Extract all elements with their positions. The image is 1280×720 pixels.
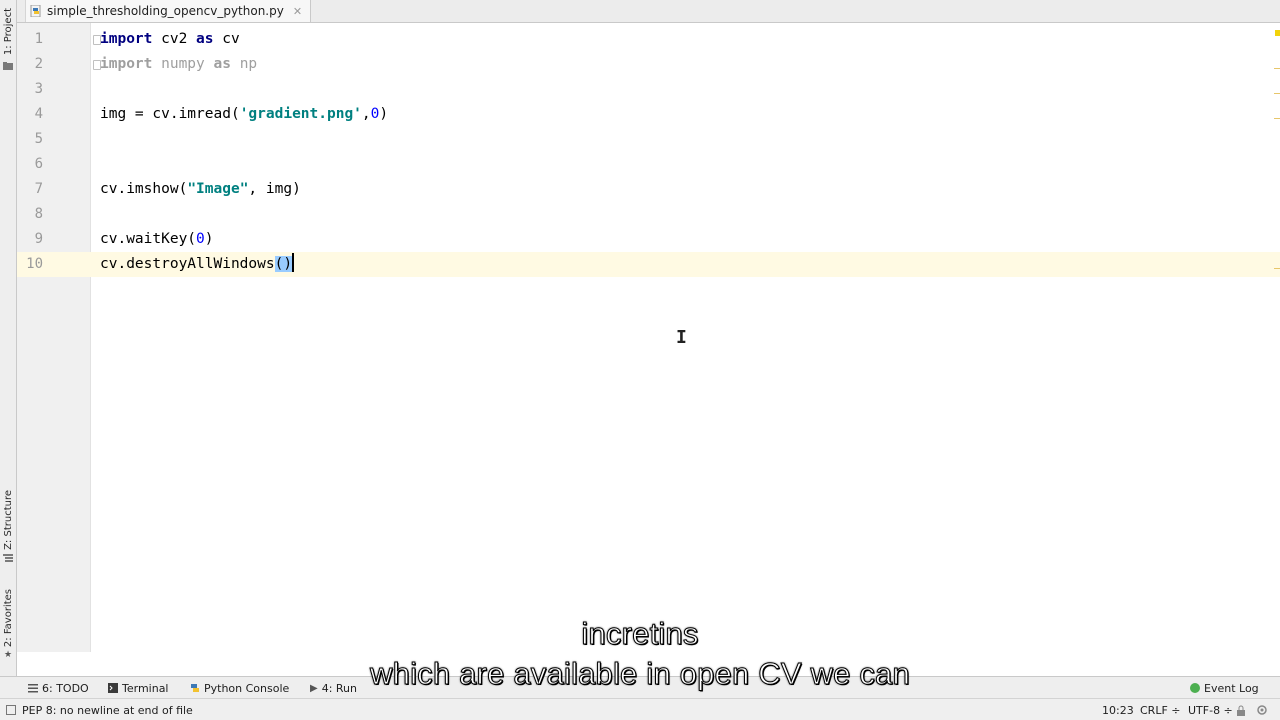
code-line[interactable]: 10 cv.destroyAllWindows(): [17, 252, 1280, 277]
code-token: cv2: [152, 31, 197, 47]
code-token: ): [379, 106, 389, 122]
mouse-ibeam-cursor: I: [676, 327, 687, 348]
code-token: cv: [213, 31, 240, 47]
code-line[interactable]: 4 img = cv.imread('gradient.png',0): [17, 102, 1280, 127]
caret-position-text: 10:23: [1102, 703, 1134, 717]
stripe-tick[interactable]: [1274, 268, 1280, 269]
code-line[interactable]: 5: [17, 127, 1280, 152]
code-text: import cv2 as cv: [100, 27, 240, 52]
tool-windows-icon: [6, 705, 16, 715]
line-number: 9: [34, 231, 43, 247]
code-line[interactable]: 1 import cv2 as cv: [17, 27, 1280, 52]
structure-tool-tab[interactable]: Z: Structure: [0, 490, 16, 550]
lock-icon[interactable]: [1236, 699, 1246, 720]
project-tool-tab[interactable]: 1: Project: [0, 4, 16, 60]
line-number: 10: [26, 256, 43, 272]
code-line[interactable]: 6: [17, 152, 1280, 177]
code-token: ): [204, 231, 214, 247]
code-token: "Image": [187, 181, 249, 197]
editor-tab-filename: simple_thresholding_opencv_python.py: [47, 4, 284, 18]
code-token: as: [196, 31, 214, 47]
code-token: numpy: [152, 56, 214, 72]
inspector-icon[interactable]: [1256, 699, 1268, 720]
error-stripe[interactable]: [1272, 23, 1280, 652]
code-line[interactable]: 7 cv.imshow("Image", img): [17, 177, 1280, 202]
python-file-icon: [30, 4, 42, 18]
code-token: import: [100, 31, 153, 47]
code-line[interactable]: 8: [17, 202, 1280, 227]
code-line[interactable]: 2 import numpy as np: [17, 52, 1280, 77]
text-caret: [292, 253, 295, 272]
line-number: 2: [34, 56, 43, 72]
line-number: 8: [34, 206, 43, 222]
stripe-tick[interactable]: [1274, 68, 1280, 69]
encoding-text: UTF-8 ÷: [1188, 703, 1233, 717]
caption-line-1: incretins: [581, 616, 699, 652]
caret-position[interactable]: 10:23: [1102, 699, 1134, 720]
code-token: , img): [248, 181, 301, 197]
code-token: (): [274, 256, 293, 272]
code-text: cv.imshow("Image", img): [100, 177, 301, 202]
code-token: cv.imshow(: [100, 181, 188, 197]
editor-tab-bar: simple_thresholding_opencv_python.py ✕: [17, 0, 1280, 23]
line-number: 5: [34, 131, 43, 147]
line-number: 1: [34, 31, 43, 47]
code-token: cv.destroyAllWindows: [100, 256, 275, 272]
code-token: import: [100, 56, 153, 72]
close-tab-icon[interactable]: ✕: [293, 5, 302, 18]
line-number: 3: [34, 81, 43, 97]
code-line[interactable]: 3: [17, 77, 1280, 102]
line-number: 4: [34, 106, 43, 122]
stripe-tick[interactable]: [1274, 118, 1280, 119]
ide-window: 1: Project Z: Structure 2: Favorites ★ s…: [0, 0, 1280, 720]
line-number: 7: [34, 181, 43, 197]
structure-tab-label: Z: Structure: [2, 490, 14, 550]
status-message-text: PEP 8: no newline at end of file: [22, 703, 193, 717]
status-bar: PEP 8: no newline at end of file 10:23 C…: [0, 698, 1280, 720]
code-token: 'gradient.png': [239, 106, 362, 122]
code-line[interactable]: 9 cv.waitKey(0): [17, 227, 1280, 252]
code-token: np: [230, 56, 258, 72]
line-separator-selector[interactable]: CRLF ÷: [1140, 699, 1181, 720]
code-text: import numpy as np: [100, 52, 257, 77]
status-message[interactable]: PEP 8: no newline at end of file: [6, 699, 193, 720]
code-text: img = cv.imread('gradient.png',0): [100, 102, 388, 127]
structure-icon: [0, 552, 16, 564]
project-folder-icon: [0, 60, 16, 72]
code-token: 0: [196, 231, 205, 247]
code-token: img = cv.imread(: [100, 106, 240, 122]
code-editor[interactable]: 1 import cv2 as cv 2 import numpy as np 3 4 im…: [17, 23, 1280, 652]
project-tab-label: 1: Project: [2, 8, 14, 56]
code-text: cv.waitKey(0): [100, 227, 214, 252]
code-token: cv.waitKey(: [100, 231, 197, 247]
code-token: ,: [361, 106, 371, 122]
warning-marker[interactable]: [1275, 30, 1280, 36]
code-token: as: [213, 56, 231, 72]
line-number: 6: [34, 156, 43, 172]
encoding-selector[interactable]: UTF-8 ÷: [1188, 699, 1233, 720]
stripe-tick[interactable]: [1274, 93, 1280, 94]
editor-tab-active[interactable]: simple_thresholding_opencv_python.py ✕: [25, 0, 312, 22]
code-text: cv.destroyAllWindows(): [100, 252, 295, 277]
left-tool-strip: 1: Project Z: Structure 2: Favorites ★: [0, 0, 17, 676]
caption-line-2: which are available in open CV we can: [370, 656, 911, 692]
line-separator-text: CRLF ÷: [1140, 703, 1181, 717]
